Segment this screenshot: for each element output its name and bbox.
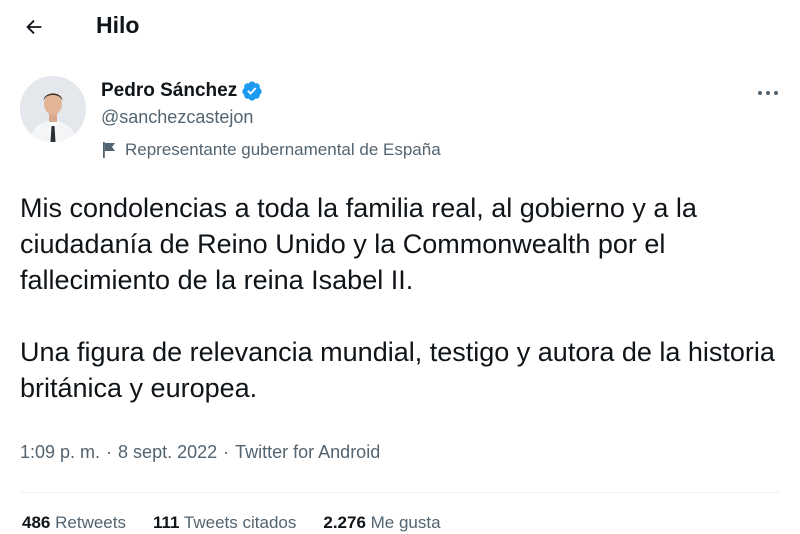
tweet-paragraph: Una figura de relevancia mundial, testig… [20,337,775,403]
author-handle[interactable]: @sanchezcastejon [101,106,253,128]
arrow-left-icon [26,19,42,35]
tweet-paragraph: Mis condolencias a toda la familia real,… [20,193,697,295]
stat-label: Tweets citados [183,513,297,532]
stat-count: 486 [22,513,51,532]
divider [20,492,780,493]
avatar-image [20,76,86,142]
tweet-stats: 486 Retweets 111 Tweets citados 2.276 Me… [22,512,468,534]
more-dot-icon [758,91,762,95]
tweet-source[interactable]: Twitter for Android [235,440,380,464]
retweets-stat[interactable]: 486 Retweets [22,512,126,534]
page-title: Hilo [96,12,140,38]
thread-header: Hilo [0,0,800,54]
author-name-link[interactable]: Pedro Sánchez [101,80,263,102]
stat-count: 2.276 [323,513,366,532]
quote-tweets-stat[interactable]: 111 Tweets citados [153,512,296,534]
more-dot-icon [766,91,770,95]
government-label: Representante gubernamental de España [103,139,441,161]
separator: · [106,442,113,462]
stat-count: 111 [152,513,180,532]
back-button[interactable] [16,9,52,45]
separator: · [223,442,230,462]
tweet-metadata: 1:09 p. m. · 8 sept. 2022 · Twitter for … [20,440,380,464]
tweet-author: Pedro Sánchez @sanchezcastejon Represent… [20,76,800,166]
likes-stat[interactable]: 2.276 Me gusta [323,512,440,534]
more-dot-icon [774,91,778,95]
stat-label: Me gusta [370,513,441,532]
avatar[interactable] [20,76,86,142]
more-options-button[interactable] [752,78,784,110]
verified-badge-icon [242,81,262,101]
tweet-time[interactable]: 1:09 p. m. [20,440,100,464]
author-name: Pedro Sánchez [101,80,238,101]
flag-icon [103,142,115,158]
tweet-date[interactable]: 8 sept. 2022 [118,440,217,464]
stat-label: Retweets [55,513,126,532]
government-label-text: Representante gubernamental de España [125,140,441,159]
tweet-text: Mis condolencias a toda la familia real,… [20,190,790,406]
